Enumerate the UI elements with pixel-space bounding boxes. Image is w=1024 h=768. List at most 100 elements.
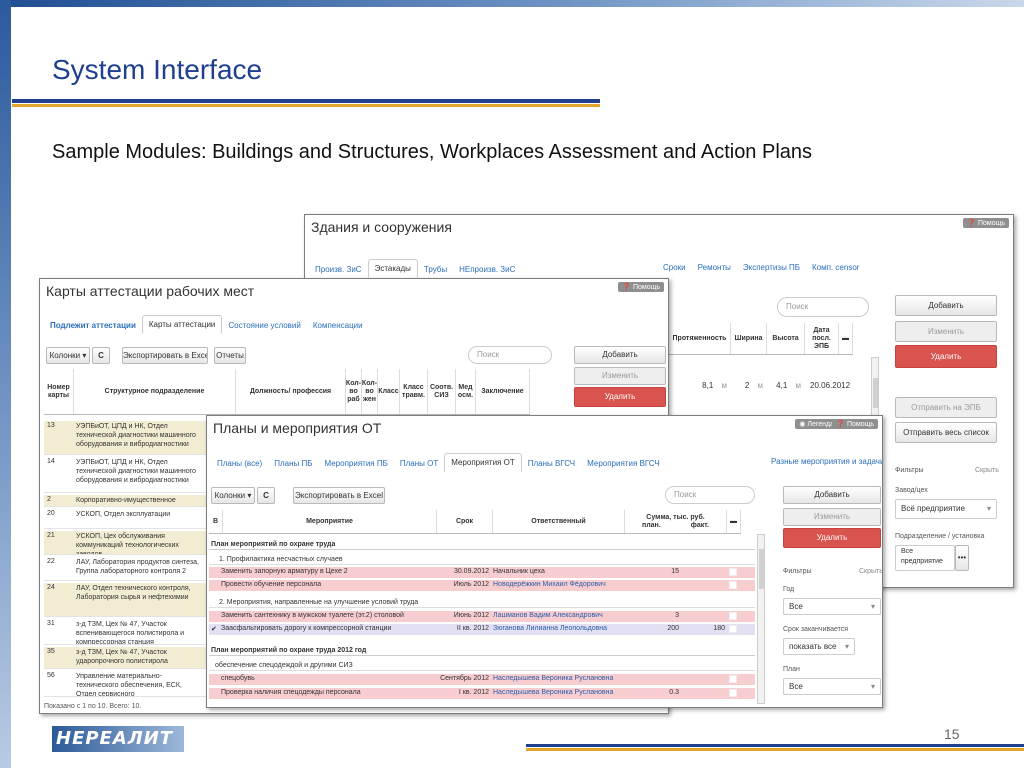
tab-estakady[interactable]: Эстакады	[367, 259, 418, 278]
row-checkbox[interactable]	[729, 689, 737, 697]
tab-plans-pb[interactable]: Планы ПБ	[268, 455, 318, 472]
tab-measures-vgsch[interactable]: Мероприятия ВГСЧ	[581, 455, 666, 472]
col-length[interactable]: Протяженность	[669, 323, 731, 354]
refresh-icon[interactable]: C	[257, 487, 275, 504]
row-checkbox[interactable]	[729, 675, 737, 683]
table-row[interactable]: 31 з-д ТЗМ, Цех № 47, Участок вспенивающе…	[44, 619, 206, 645]
tab-measures-ot[interactable]: Мероприятия ОТ	[444, 453, 522, 472]
cell-responsible[interactable]: Зюганова Лилианна Леопольдовна	[491, 624, 623, 635]
plan-select[interactable]: Все ▾	[783, 678, 881, 695]
send-epb-button[interactable]: Отправить на ЭПБ	[895, 397, 997, 418]
table-row[interactable]: ✔ Заасфальтировать дорогу к компрессорно…	[209, 624, 755, 635]
plans-columns-button[interactable]: Колонки ▾	[211, 487, 255, 504]
table-row[interactable]: 20 УСКОП, Отдел эксплуатации	[44, 509, 206, 529]
tab-measures-pb[interactable]: Мероприятия ПБ	[318, 455, 393, 472]
buildings-edit-button[interactable]: Изменить	[895, 321, 997, 342]
tab-comp[interactable]: Комп. censor	[806, 259, 865, 276]
plans-delete-button[interactable]: Удалить	[783, 528, 881, 548]
table-row[interactable]: 22 ЛАУ, Лаборатория продуктов синтеза, Гр…	[44, 557, 206, 581]
tab-sroki[interactable]: Сроки	[657, 259, 692, 276]
row-checkbox[interactable]	[729, 581, 737, 589]
plans-help-button[interactable]: ❓ Помощь	[832, 419, 878, 429]
attestation-help-button[interactable]: ❓ Помощь	[618, 282, 664, 292]
table-row[interactable]: 14 УЭПБиОТ, ЦПД и НК, Отдел технической д…	[44, 457, 206, 493]
unit-more-button[interactable]: •••	[955, 545, 969, 571]
plant-select[interactable]: Всё предприятие ▾	[895, 499, 997, 519]
buildings-add-button[interactable]: Добавить	[895, 295, 997, 316]
cell-responsible[interactable]: Наследышева Вероника Руслановна	[491, 688, 623, 699]
cell-responsible[interactable]: Наследышева Вероника Руслановна	[491, 674, 623, 685]
tab-plans-all[interactable]: Планы (все)	[211, 455, 268, 472]
year-select[interactable]: Все ▾	[783, 598, 881, 615]
plans-edit-button[interactable]: Изменить	[783, 508, 881, 526]
tab-prod-zis[interactable]: Произв. ЗиС	[309, 261, 368, 278]
plan-group-title[interactable]: План мероприятий по охране труда 2012 го…	[209, 646, 755, 656]
col-card-number[interactable]: Номер карты	[44, 369, 74, 414]
attestation-add-button[interactable]: Добавить	[574, 346, 666, 364]
tab-to-attest[interactable]: Подлежит аттестации	[44, 317, 142, 334]
refresh-icon[interactable]: C	[92, 347, 110, 364]
row-checkbox[interactable]	[729, 612, 737, 620]
col-measure[interactable]: Мероприятие	[223, 510, 437, 533]
table-row[interactable]: 13 УЭПБиОТ, ЦПД и НК, Отдел технической д…	[44, 421, 206, 455]
plans-scrollbar[interactable]	[757, 534, 765, 704]
send-all-button[interactable]: Отправить весь список	[895, 422, 997, 443]
table-row[interactable]: Провести обучение персонала Июль 2012 Но…	[209, 580, 755, 591]
folder-icon[interactable]: ▬	[727, 510, 741, 533]
table-row[interactable]: спецобувь Сентябрь 2012 Наследышева Веро…	[209, 674, 755, 685]
reports-button[interactable]: Отчеты	[214, 347, 246, 364]
col-epb-date[interactable]: Дата посл. ЭПБ	[805, 323, 839, 354]
attestation-search-input[interactable]: Поиск	[468, 346, 552, 364]
tab-conditions[interactable]: Состояние условий	[222, 317, 306, 334]
attestation-columns-button[interactable]: Колонки ▾	[46, 347, 90, 364]
attestation-export-button[interactable]: Экспортировать в Excel	[122, 347, 208, 364]
table-row[interactable]: 24 ЛАУ, Отдел технического контроля, Лабо…	[44, 583, 206, 617]
col-height[interactable]: Высота	[767, 323, 805, 354]
cell-responsible[interactable]: Лашманов Вадим Александрович	[491, 611, 623, 622]
col-women[interactable]: Кол-во жен	[362, 369, 378, 414]
col-actual[interactable]: факт.	[691, 522, 709, 530]
attestation-delete-button[interactable]: Удалить	[574, 387, 666, 407]
tab-remonty[interactable]: Ремонты	[692, 259, 737, 276]
col-workers[interactable]: Кол-во раб	[346, 369, 362, 414]
attestation-edit-button[interactable]: Изменить	[574, 367, 666, 385]
plans-filters-hide[interactable]: Скрыть	[859, 568, 882, 575]
col-department[interactable]: Структурное подразделение	[74, 369, 236, 414]
tab-nonprod-zis[interactable]: НЕпроизв. ЗиС	[453, 261, 521, 278]
buildings-filters-hide[interactable]: Скрыть	[975, 467, 999, 474]
col-class[interactable]: Класс	[378, 369, 400, 414]
plan-group-title[interactable]: План мероприятий по охране труда	[209, 540, 755, 550]
tab-plans-ot[interactable]: Планы ОТ	[394, 455, 444, 472]
buildings-search-input[interactable]: Поиск	[777, 297, 869, 317]
tab-plans-vgsch[interactable]: Планы ВГСЧ	[522, 455, 581, 472]
plans-export-button[interactable]: Экспортировать в Excel	[293, 487, 385, 504]
row-checkbox[interactable]	[729, 568, 737, 576]
table-row[interactable]: Проверка наличия спецодежды персонала I …	[209, 688, 755, 699]
tab-attest-cards[interactable]: Карты аттестации	[141, 315, 223, 334]
row-checkbox[interactable]	[729, 625, 737, 633]
table-row[interactable]: Заменить сантехнику в мужском туалете (э…	[209, 611, 755, 622]
cell-responsible[interactable]: Новодерёжкин Михаил Фёдорович	[491, 580, 623, 591]
tab-compensations[interactable]: Компенсации	[307, 317, 369, 334]
col-siz[interactable]: Соотв. СИЗ	[428, 369, 456, 414]
col-class-injury[interactable]: Класс травм.	[400, 369, 428, 414]
buildings-delete-button[interactable]: Удалить	[895, 345, 997, 368]
tab-truby[interactable]: Трубы	[418, 261, 453, 278]
table-row[interactable]: 35 з-д ТЗМ, Цех № 47, Участок ударопрочно…	[44, 647, 206, 669]
tab-expertizy[interactable]: Экспертизы ПБ	[737, 259, 806, 276]
col-due[interactable]: Срок	[437, 510, 493, 533]
col-b[interactable]: В	[209, 510, 223, 533]
table-row[interactable]: 2 Корпоративно-имущественное управление	[44, 495, 206, 507]
plans-search-input[interactable]: Поиск	[665, 486, 755, 504]
tab-misc-tasks[interactable]: Разные мероприятия и задачи	[765, 453, 882, 470]
table-row[interactable]: 56 Управление материально-технического об…	[44, 671, 206, 697]
deadline-select[interactable]: показать все ▾	[783, 638, 855, 655]
col-width[interactable]: Ширина	[731, 323, 767, 354]
col-responsible[interactable]: Ответственный	[493, 510, 625, 533]
buildings-row[interactable]: 8,1 м 2 м 4,1 м 20.06.2012	[671, 381, 853, 390]
col-medical[interactable]: Мед осм.	[456, 369, 476, 414]
col-position[interactable]: Должность/ профессия	[236, 369, 346, 414]
col-conclusion[interactable]: Заключение	[476, 369, 530, 414]
buildings-help-button[interactable]: ❓ Помощь	[963, 218, 1009, 228]
unit-select[interactable]: Все предприятие	[895, 545, 955, 571]
